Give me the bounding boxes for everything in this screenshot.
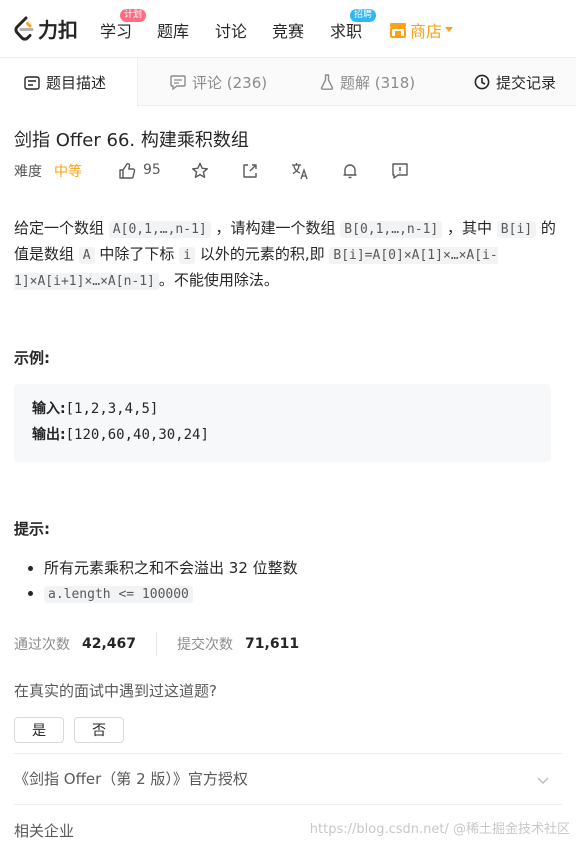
hints-heading: 提示: — [14, 520, 50, 538]
example-input-value: [1,2,3,4,5] — [65, 401, 159, 417]
jobs-badge: 招聘 — [350, 9, 377, 22]
tab-solutions-label: 题解 (318) — [340, 73, 416, 92]
yes-button[interactable]: 是 — [14, 717, 64, 743]
flask-icon — [320, 74, 334, 90]
desc-code-1: A[0,1,…,n-1] — [108, 221, 211, 238]
caret-down-icon — [445, 27, 454, 32]
leetcode-logo-icon — [14, 16, 34, 41]
desc-text-6: 以外的元素的积,即 — [199, 245, 325, 263]
accepted-count: 42,467 — [82, 636, 137, 652]
submission-stats: 通过次数 42,467 提交次数 71,611 — [14, 632, 299, 656]
tab-solutions[interactable]: 题解 (318) — [320, 58, 415, 106]
description-icon — [24, 75, 40, 90]
chevron-down-icon[interactable] — [536, 773, 550, 787]
desc-code-4: A — [78, 247, 95, 264]
accepted-label: 通过次数 — [14, 637, 70, 653]
tab-description-label: 题目描述 — [46, 74, 107, 92]
stats-divider — [156, 632, 158, 656]
example-output-line: 输出:[120,60,40,30,24] — [32, 422, 533, 448]
hint-item: a.length <= 100000 — [44, 581, 298, 607]
logo[interactable]: 力扣 — [12, 14, 78, 43]
problem-tabs: 题目描述 评论 (236) 题解 (318) 提交记录 — [0, 58, 576, 107]
tab-comments-label: 评论 (236) — [192, 73, 268, 92]
bell-icon[interactable] — [341, 162, 359, 180]
nav-item-problemset[interactable]: 题库 — [157, 18, 189, 42]
store-label: 商店 — [410, 22, 443, 41]
example-output-label: 输出: — [32, 427, 66, 443]
comment-icon — [170, 74, 186, 90]
tab-description[interactable]: 题目描述 — [0, 58, 138, 107]
hint-code-2: a.length <= 100000 — [44, 586, 193, 603]
submitted-count: 71,611 — [245, 636, 300, 652]
desc-text-1: 给定一个数组 — [14, 219, 105, 237]
divider — [14, 753, 562, 754]
example-input-line: 输入:[1,2,3,4,5] — [32, 396, 533, 422]
example-input-label: 输入: — [32, 401, 66, 417]
desc-text-2: ，请构建一个数组 — [215, 219, 336, 237]
desc-text-3: ，其中 — [447, 219, 493, 237]
nav-item-discuss[interactable]: 讨论 — [215, 18, 247, 42]
submitted-label: 提交次数 — [177, 637, 234, 653]
hints-list: 所有元素乘积之和不会溢出 32 位整数 a.length <= 100000 — [44, 556, 298, 608]
logo-text: 力扣 — [38, 18, 78, 42]
desc-code-5: i — [179, 247, 196, 264]
interview-question: 在真实的面试中遇到过这道题? — [14, 682, 217, 700]
feedback-icon[interactable] — [391, 162, 409, 180]
example-output-value: [120,60,40,30,24] — [65, 427, 209, 443]
desc-text-5: 中除了下标 — [99, 245, 175, 263]
star-icon[interactable] — [191, 162, 209, 180]
desc-code-2: B[0,1,…,n-1] — [340, 221, 443, 238]
store-menu[interactable]: 商店 — [389, 18, 454, 42]
difficulty-label: 难度 — [14, 164, 42, 180]
desc-text-7: 。不能使用除法。 — [158, 271, 279, 289]
hint-item: 所有元素乘积之和不会溢出 32 位整数 — [44, 556, 298, 580]
nav-item-contest[interactable]: 竞赛 — [272, 18, 304, 42]
tab-submissions-label: 提交记录 — [496, 73, 557, 92]
watermark: https://blog.csdn.net/ @稀土掘金技术社区 — [309, 822, 570, 837]
difficulty-badge: 中等 — [54, 164, 82, 180]
example-heading: 示例: — [14, 349, 50, 367]
no-button[interactable]: 否 — [74, 717, 124, 743]
related-companies[interactable]: 相关企业 — [14, 820, 74, 841]
desc-code-3: B[i] — [496, 221, 537, 238]
source-license[interactable]: 《剑指 Offer（第 2 版）》官方授权 — [14, 768, 248, 789]
top-nav: 力扣 学习 计划 题库 讨论 竞赛 求职 招聘 商店 — [0, 0, 576, 58]
store-icon — [390, 23, 406, 38]
learn-plan-badge: 计划 — [120, 9, 147, 22]
share-icon[interactable] — [241, 162, 259, 180]
hint-text-1: 所有元素乘积之和不会溢出 32 位整数 — [44, 559, 298, 577]
problem-description: 给定一个数组 A[0,1,…,n-1] ，请构建一个数组 B[0,1,…,n-1… — [14, 216, 564, 294]
problem-meta: 难度 中等 — [14, 160, 82, 182]
example-block: 输入:[1,2,3,4,5] 输出:[120,60,40,30,24] — [14, 384, 551, 462]
tab-submissions[interactable]: 提交记录 — [474, 58, 556, 106]
divider — [14, 804, 562, 805]
clock-icon — [474, 74, 490, 90]
translate-icon[interactable] — [291, 162, 309, 180]
thumbs-up-icon[interactable] — [118, 162, 136, 180]
like-count: 95 — [143, 162, 161, 178]
problem-title: 剑指 Offer 66. 构建乘积数组 — [14, 130, 249, 151]
tab-comments[interactable]: 评论 (236) — [170, 58, 267, 106]
